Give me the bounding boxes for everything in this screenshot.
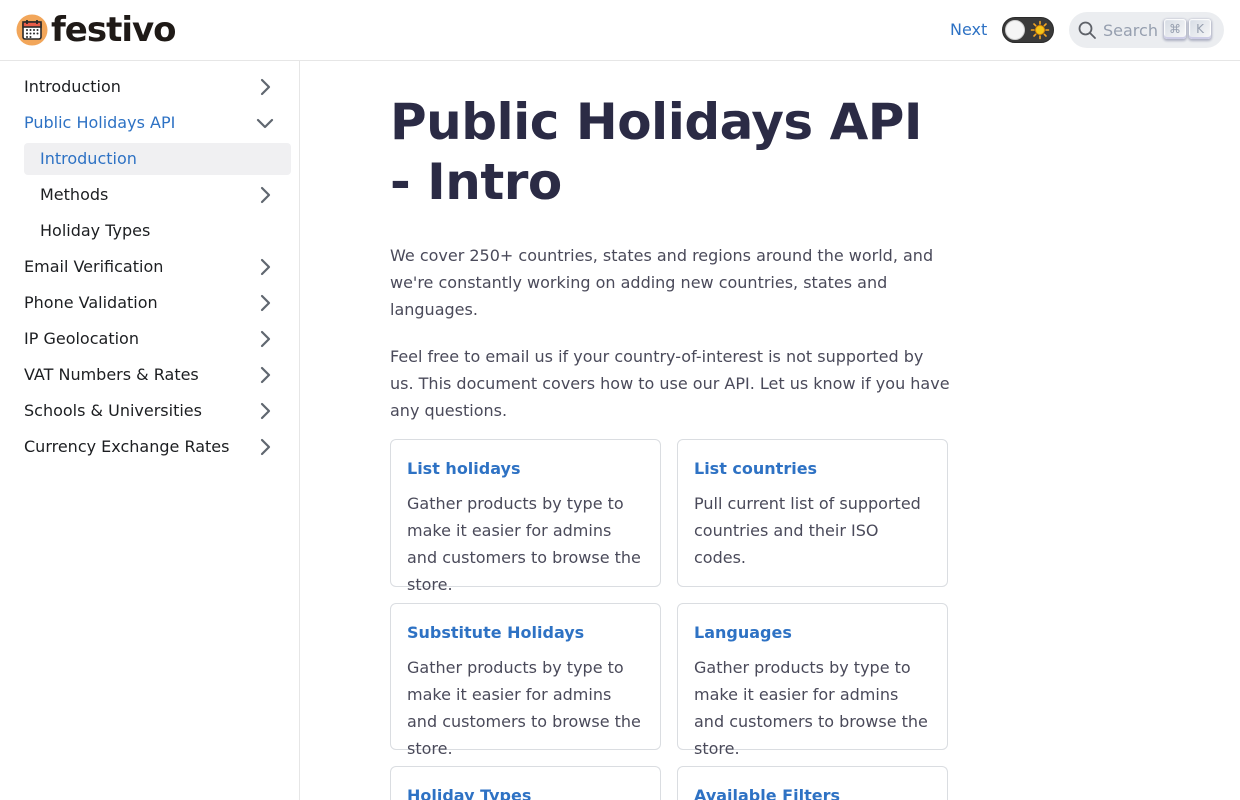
sidebar-item-label: Phone Validation <box>24 293 158 312</box>
card-title: List holidays <box>407 459 521 478</box>
chevron-right-icon[interactable] <box>253 75 277 99</box>
chevron-down-icon[interactable] <box>253 111 277 135</box>
sidebar-item-label: Email Verification <box>24 257 164 276</box>
card-title: Available Filters <box>694 786 840 800</box>
toggle-knob <box>1005 20 1025 40</box>
card-description: Gather products by type to make it easie… <box>694 658 928 758</box>
sidebar-item-label: Public Holidays API <box>24 113 176 132</box>
sidebar-subitem-methods[interactable]: Methods <box>24 177 291 213</box>
chevron-right-icon[interactable] <box>253 435 277 459</box>
calendar-logo-icon <box>16 14 48 46</box>
chevron-right-icon[interactable] <box>253 183 277 207</box>
card-description: Gather products by type to make it easie… <box>407 658 641 758</box>
page-title: Public Holidays API - Intro <box>390 93 923 211</box>
card-title: Holiday Types <box>407 786 532 800</box>
kbd-k: K <box>1189 19 1211 39</box>
sidebar-item-phone-validation[interactable]: Phone Validation <box>16 285 291 321</box>
search-button[interactable]: Search ⌘ K <box>1069 12 1224 48</box>
card-list-holidays[interactable]: List holidays Gather products by type to… <box>390 439 661 594</box>
sidebar-item-label: IP Geolocation <box>24 329 139 348</box>
card-description: Pull current list of supported countries… <box>694 494 921 567</box>
sidebar: Introduction Public Holidays API Introdu… <box>0 61 300 800</box>
sidebar-item-label: Introduction <box>40 149 137 168</box>
next-link[interactable]: Next <box>950 19 987 41</box>
chevron-right-icon[interactable] <box>253 363 277 387</box>
theme-toggle[interactable] <box>1002 17 1054 43</box>
sidebar-item-vat-numbers-rates[interactable]: VAT Numbers & Rates <box>16 357 291 393</box>
sidebar-item-label: Methods <box>40 185 109 204</box>
sidebar-item-label: Introduction <box>24 77 121 96</box>
sidebar-item-label: Currency Exchange Rates <box>24 437 230 456</box>
chevron-right-icon[interactable] <box>253 255 277 279</box>
sidebar-item-label: Holiday Types <box>40 221 151 240</box>
card-title: Languages <box>694 623 792 642</box>
sidebar-item-schools-universities[interactable]: Schools & Universities <box>16 393 291 429</box>
card-substitute-holidays[interactable]: Substitute Holidays Gather products by t… <box>390 603 661 758</box>
sidebar-item-label: Schools & Universities <box>24 401 202 420</box>
chevron-right-icon[interactable] <box>253 291 277 315</box>
sidebar-item-label: VAT Numbers & Rates <box>24 365 199 384</box>
main-content: Public Holidays API - Intro We cover 250… <box>390 61 950 800</box>
navbar: festivo Next Search ⌘ K <box>0 0 1240 61</box>
chevron-right-icon[interactable] <box>253 399 277 423</box>
sun-icon <box>1030 20 1050 40</box>
card-title: Substitute Holidays <box>407 623 585 642</box>
sidebar-item-ip-geolocation[interactable]: IP Geolocation <box>16 321 291 357</box>
brand-name: festivo <box>51 10 177 50</box>
search-icon <box>1078 21 1096 39</box>
sidebar-item-introduction[interactable]: Introduction <box>16 69 291 105</box>
intro-paragraph: We cover 250+ countries, states and regi… <box>390 246 934 319</box>
card-title: List countries <box>694 459 818 478</box>
chevron-right-icon[interactable] <box>253 327 277 351</box>
card-list-countries[interactable]: List countries Pull current list of supp… <box>677 439 948 587</box>
sidebar-subitem-holiday-types[interactable]: Holiday Types <box>24 213 291 249</box>
sidebar-subitem-introduction[interactable]: Introduction <box>24 143 291 175</box>
sidebar-item-currency-exchange-rates[interactable]: Currency Exchange Rates <box>16 429 291 465</box>
brand-link[interactable]: festivo <box>16 10 177 50</box>
sidebar-submenu-public-holidays-api: Introduction Methods Holiday Types <box>16 143 291 249</box>
card-description: Gather products by type to make it easie… <box>407 494 641 594</box>
card-available-filters[interactable]: Available Filters <box>677 766 948 800</box>
sidebar-item-public-holidays-api[interactable]: Public Holidays API <box>16 105 291 141</box>
kbd-cmd: ⌘ <box>1164 19 1186 39</box>
card-holiday-types[interactable]: Holiday Types <box>390 766 661 800</box>
search-placeholder: Search <box>1103 20 1158 40</box>
card-languages[interactable]: Languages Gather products by type to mak… <box>677 603 948 758</box>
intro-paragraph: Feel free to email us if your country-of… <box>390 347 950 420</box>
sidebar-item-email-verification[interactable]: Email Verification <box>16 249 291 285</box>
